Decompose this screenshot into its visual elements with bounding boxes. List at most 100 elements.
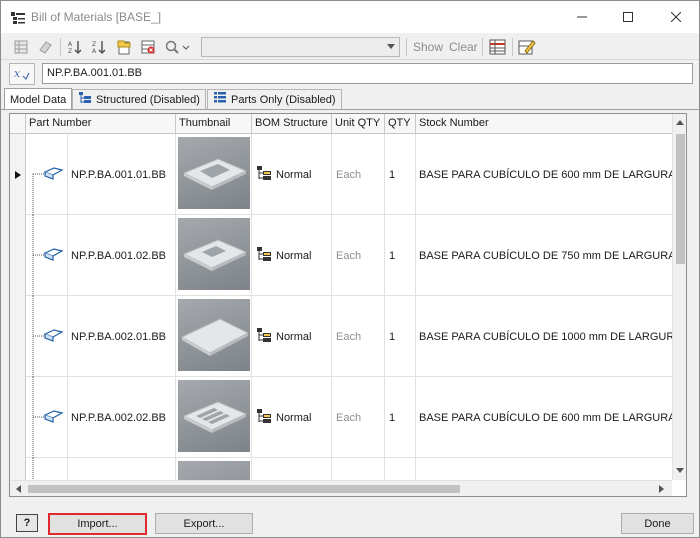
- sort-descending-icon[interactable]: ZA: [89, 37, 109, 57]
- select-rows-icon[interactable]: [138, 37, 158, 57]
- bom-structure-cell[interactable]: Normal: [252, 377, 332, 458]
- scroll-left-icon[interactable]: [12, 482, 26, 496]
- bom-structure-cell[interactable]: [252, 458, 332, 480]
- done-button[interactable]: Done: [621, 513, 694, 534]
- row-selector[interactable]: [10, 458, 26, 480]
- horizontal-scrollbar[interactable]: [10, 480, 672, 496]
- tab-model-data[interactable]: Model Data: [4, 88, 73, 110]
- thumbnail-cell: [176, 215, 252, 296]
- stock-number-cell[interactable]: BASE PARA CUBÍCULO DE 1000 mm DE LARGURA…: [416, 296, 672, 377]
- column-header-part-number[interactable]: Part Number: [26, 114, 176, 134]
- table-row[interactable]: NP.P.BA.001.02.BB Normal Each 1 BASE PAR…: [10, 215, 672, 296]
- unit-qty-cell[interactable]: Each: [332, 377, 385, 458]
- part-number-cell[interactable]: NP.P.BA.001.02.BB: [68, 215, 176, 296]
- sort-ascending-icon[interactable]: AZ: [65, 37, 85, 57]
- row-selector[interactable]: [10, 134, 26, 215]
- toolbar-separator: [482, 38, 483, 56]
- bom-structure-icon: [256, 327, 272, 346]
- row-selector[interactable]: [10, 215, 26, 296]
- bom-structure-icon: [256, 165, 272, 184]
- close-button[interactable]: [653, 1, 699, 33]
- svg-text:x: x: [14, 67, 21, 80]
- export-table-icon[interactable]: [11, 37, 31, 57]
- horizontal-scroll-thumb[interactable]: [28, 485, 460, 493]
- find-icon[interactable]: [163, 37, 191, 57]
- column-header-qty[interactable]: QTY: [385, 114, 416, 134]
- column-header-stock-number[interactable]: Stock Number: [416, 114, 672, 134]
- bom-structure-cell[interactable]: Normal: [252, 296, 332, 377]
- bom-structure-value: Normal: [276, 411, 312, 424]
- row-selector[interactable]: [10, 377, 26, 458]
- maximize-button[interactable]: [605, 1, 651, 33]
- bom-structure-value: Normal: [276, 249, 312, 262]
- unit-qty-cell[interactable]: Each: [332, 134, 385, 215]
- unit-qty-cell[interactable]: Each: [332, 215, 385, 296]
- chevron-down-icon[interactable]: [383, 38, 399, 56]
- folder-view-icon[interactable]: [114, 37, 134, 57]
- svg-text:Z: Z: [68, 48, 72, 55]
- bom-structure-cell[interactable]: Normal: [252, 215, 332, 296]
- table-row[interactable]: NP.P.BA.002.01.BB Normal Each 1 BASE PAR…: [10, 296, 672, 377]
- tree-node: [26, 296, 68, 377]
- table-row[interactable]: NP.P.BA.001.01.BB Normal Each 1 BASE PAR…: [10, 134, 672, 215]
- table-row[interactable]: [10, 458, 672, 480]
- column-header-unit-qty[interactable]: Unit QTY: [332, 114, 385, 134]
- vertical-scroll-thumb[interactable]: [676, 134, 685, 264]
- minimize-button[interactable]: [559, 1, 605, 33]
- column-header-bom-structure[interactable]: BOM Structure: [252, 114, 332, 134]
- qty-cell[interactable]: 1: [385, 134, 416, 215]
- import-button[interactable]: Import...: [48, 513, 147, 535]
- edit-icon[interactable]: [517, 37, 537, 57]
- title-bar: Bill of Materials [BASE_]: [1, 1, 699, 33]
- tab-label: Structured (Disabled): [96, 93, 200, 106]
- tab-structured[interactable]: Structured (Disabled): [72, 89, 206, 109]
- qty-cell[interactable]: 1: [385, 296, 416, 377]
- part-number-cell[interactable]: NP.P.BA.002.01.BB: [68, 296, 176, 377]
- window-title: Bill of Materials [BASE_]: [31, 10, 162, 24]
- part-thumbnail-image: [178, 218, 250, 290]
- qty-cell[interactable]: 1: [385, 215, 416, 296]
- clear-button[interactable]: Clear: [449, 40, 478, 54]
- row-selector[interactable]: [10, 296, 26, 377]
- thumbnail-cell: [176, 377, 252, 458]
- tab-label: Model Data: [10, 93, 67, 106]
- stock-number-cell[interactable]: BASE PARA CUBÍCULO DE 600 mm DE LARGURA …: [416, 377, 672, 458]
- unit-qty-cell[interactable]: [332, 458, 385, 480]
- part-thumbnail-image: [178, 461, 250, 480]
- tab-divider: [1, 109, 699, 110]
- table-settings-icon[interactable]: [488, 37, 508, 57]
- bom-app-icon: [10, 10, 26, 26]
- thumbnail-cell: [176, 296, 252, 377]
- vertical-scrollbar[interactable]: [672, 114, 686, 480]
- scroll-down-icon[interactable]: [673, 464, 686, 478]
- eraser-icon[interactable]: [35, 37, 55, 57]
- toolbar-separator: [406, 38, 407, 56]
- export-button[interactable]: Export...: [155, 513, 253, 534]
- tab-label: Parts Only (Disabled): [231, 93, 336, 106]
- unit-qty-cell[interactable]: Each: [332, 296, 385, 377]
- tab-parts-only[interactable]: Parts Only (Disabled): [207, 89, 342, 109]
- scroll-right-icon[interactable]: [655, 482, 669, 496]
- formula-input[interactable]: NP.P.BA.001.01.BB: [42, 63, 693, 84]
- help-button[interactable]: ?: [16, 514, 38, 532]
- part-number-cell[interactable]: NP.P.BA.001.01.BB: [68, 134, 176, 215]
- filter-combo[interactable]: [201, 37, 400, 57]
- tree-node: [26, 134, 68, 215]
- toolbar-separator: [60, 38, 61, 56]
- formula-icon[interactable]: x: [9, 63, 35, 85]
- svg-text:A: A: [68, 41, 73, 48]
- part-thumbnail-image: [178, 380, 250, 452]
- qty-cell[interactable]: 1: [385, 377, 416, 458]
- show-button[interactable]: Show: [413, 40, 443, 54]
- qty-cell[interactable]: [385, 458, 416, 480]
- part-number-cell[interactable]: NP.P.BA.002.02.BB: [68, 377, 176, 458]
- stock-number-cell[interactable]: BASE PARA CUBÍCULO DE 600 mm DE LARGURA: [416, 134, 672, 215]
- stock-number-cell[interactable]: [416, 458, 672, 480]
- row-header-corner: [10, 114, 26, 134]
- table-row[interactable]: NP.P.BA.002.02.BB Normal Each 1 BASE PAR…: [10, 377, 672, 458]
- bom-structure-cell[interactable]: Normal: [252, 134, 332, 215]
- stock-number-cell[interactable]: BASE PARA CUBÍCULO DE 750 mm DE LARGURA: [416, 215, 672, 296]
- column-header-thumbnail[interactable]: Thumbnail: [176, 114, 252, 134]
- scroll-up-icon[interactable]: [673, 116, 686, 130]
- part-number-cell[interactable]: [68, 458, 176, 480]
